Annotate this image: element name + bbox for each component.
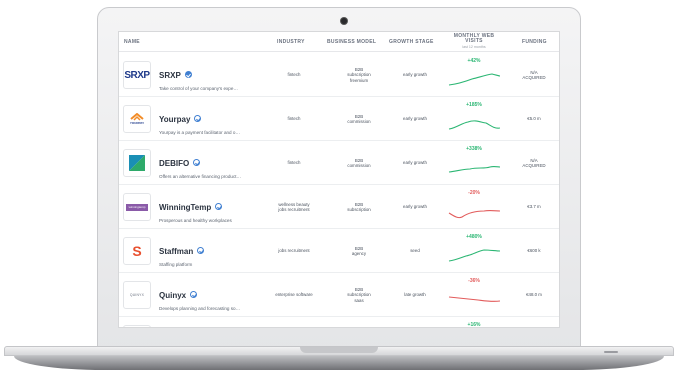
sparkline bbox=[448, 210, 500, 219]
business-model-cell: B2B commission bbox=[347, 157, 371, 168]
company-description: Offers an alternative financing product… bbox=[159, 174, 242, 179]
laptop-notch bbox=[300, 347, 378, 353]
company-info: Quinyx Develops planning and forecasting … bbox=[159, 285, 279, 311]
table-row[interactable]: QUINYX Quinyx Develops planning and foreca… bbox=[119, 273, 559, 317]
funding-cell: €48.0 m bbox=[526, 292, 542, 298]
visits-change: -20% bbox=[468, 190, 480, 196]
sparkline bbox=[448, 73, 500, 86]
table-row[interactable]: DEBIFO Offers an alternative financing pr… bbox=[119, 141, 559, 185]
company-name[interactable]: WinningTemp bbox=[159, 203, 211, 212]
status-led bbox=[604, 351, 618, 353]
verified-icon bbox=[193, 159, 201, 166]
funding-cell: €5.0 m bbox=[527, 116, 541, 122]
sparkline bbox=[448, 166, 500, 173]
company-info: DEBIFO Offers an alternative financing pr… bbox=[159, 153, 279, 179]
visits-cell: -20% bbox=[446, 190, 502, 224]
funding-cell: €3.7 m bbox=[527, 204, 541, 210]
company-logo[interactable]: S bbox=[123, 237, 151, 265]
verified-icon bbox=[197, 247, 205, 254]
verified-icon bbox=[215, 203, 223, 210]
company-logo[interactable]: winningtemp bbox=[123, 193, 151, 221]
company-logo[interactable] bbox=[123, 325, 151, 327]
company-logo[interactable]: YOURPAY bbox=[123, 105, 151, 133]
business-model-cell: B2B subscription bbox=[347, 201, 371, 212]
col-industry[interactable]: INDUSTRY bbox=[277, 39, 305, 45]
laptop-screen: NAME INDUSTRY BUSINESS MODEL GROWTH STAG… bbox=[118, 31, 560, 328]
business-model-cell: B2B agency bbox=[351, 245, 367, 256]
table-header: NAME INDUSTRY BUSINESS MODEL GROWTH STAG… bbox=[119, 32, 559, 52]
company-description: Prosperous and healthy workplaces bbox=[159, 218, 232, 223]
table-row[interactable]: winningtemp WinningTemp Prosperous and hea… bbox=[119, 185, 559, 229]
visits-change: -36% bbox=[468, 278, 480, 284]
company-logo[interactable] bbox=[123, 149, 151, 177]
webcam bbox=[341, 18, 347, 24]
table-row[interactable]: SRXP SRXP Take control of your company's e… bbox=[119, 53, 559, 97]
industry-cell: wellness beauty jobs recruitment bbox=[278, 201, 310, 212]
verified-icon bbox=[190, 291, 198, 298]
growth-stage-cell: seed bbox=[410, 248, 420, 254]
company-info: Staffman Staffing platform bbox=[159, 241, 279, 267]
industry-cell: fintech bbox=[287, 160, 301, 166]
verified-icon bbox=[194, 115, 202, 122]
industry-cell: fintech bbox=[287, 116, 301, 122]
visits-change: +42% bbox=[467, 58, 481, 64]
funding-cell: N/A ACQUIRED bbox=[522, 157, 546, 168]
company-logo[interactable]: SRXP bbox=[123, 61, 151, 89]
funding-cell: N/A ACQUIRED bbox=[522, 69, 546, 80]
company-name[interactable]: DEBIFO bbox=[159, 159, 189, 168]
col-growth-stage[interactable]: GROWTH STAGE bbox=[389, 39, 434, 45]
company-info: SRXP Take control of your company's expe… bbox=[159, 65, 279, 91]
col-business-model[interactable]: BUSINESS MODEL bbox=[327, 39, 376, 45]
growth-stage-cell: early growth bbox=[403, 116, 427, 122]
company-name[interactable]: Yourpay bbox=[159, 115, 190, 124]
sparkline bbox=[448, 120, 500, 130]
visits-change: +338% bbox=[466, 146, 482, 152]
business-model-cell: B2B subscription freemium bbox=[347, 66, 371, 83]
visits-change: +16% bbox=[467, 322, 481, 328]
growth-stage-cell: early growth bbox=[403, 204, 427, 210]
visits-cell: +338% bbox=[446, 146, 502, 180]
business-model-cell: B2B subscription saas bbox=[347, 286, 371, 303]
company-description: Staffing platform bbox=[159, 262, 193, 267]
growth-stage-cell: early growth bbox=[403, 160, 427, 166]
visits-cell: +16% bbox=[446, 322, 502, 328]
company-info: Yourpay Yourpay is a payment facilitator … bbox=[159, 109, 279, 135]
funding-cell: €600 k bbox=[527, 248, 541, 254]
growth-stage-cell: late growth bbox=[404, 292, 426, 298]
industry-cell: jobs recruitment bbox=[278, 248, 310, 254]
table-row[interactable]: S Staffman Staffing platform jobs recruitme… bbox=[119, 229, 559, 273]
company-description: Yourpay is a payment facilitator and o… bbox=[159, 130, 241, 135]
col-visits[interactable]: MONTHLY WEB VISITS bbox=[448, 34, 500, 44]
industry-cell: fintech bbox=[287, 72, 301, 78]
business-model-cell: B2B commission bbox=[347, 113, 371, 124]
visits-cell: -36% bbox=[446, 278, 502, 312]
col-funding[interactable]: FUNDING bbox=[522, 39, 547, 45]
visits-cell: +480% bbox=[446, 234, 502, 268]
growth-stage-cell: early growth bbox=[403, 72, 427, 78]
col-visits-sub: last 12 months bbox=[462, 45, 486, 49]
company-description: Take control of your company's expe… bbox=[159, 86, 239, 91]
company-logo[interactable]: QUINYX bbox=[123, 281, 151, 309]
sparkline bbox=[448, 296, 500, 302]
industry-cell: enterprise software bbox=[275, 292, 313, 298]
visits-change: +480% bbox=[466, 234, 482, 240]
visits-cell: +42% bbox=[446, 58, 502, 92]
table-row[interactable]: AuthenteqB2B+16% bbox=[119, 317, 559, 328]
sparkline bbox=[448, 249, 500, 262]
company-name[interactable]: Staffman bbox=[159, 247, 193, 256]
company-name[interactable]: SRXP bbox=[159, 71, 181, 80]
company-name[interactable]: Quinyx bbox=[159, 291, 186, 300]
verified-icon bbox=[184, 71, 192, 78]
visits-change: +185% bbox=[466, 102, 482, 108]
company-info: WinningTemp Prosperous and healthy workpl… bbox=[159, 197, 279, 223]
visits-cell: +185% bbox=[446, 102, 502, 136]
col-name[interactable]: NAME bbox=[124, 39, 140, 45]
table-row[interactable]: YOURPAY Yourpay Yourpay is a payment facil… bbox=[119, 97, 559, 141]
laptop-base-bottom bbox=[14, 356, 664, 370]
company-description: Develops planning and forecasting so… bbox=[159, 306, 241, 311]
